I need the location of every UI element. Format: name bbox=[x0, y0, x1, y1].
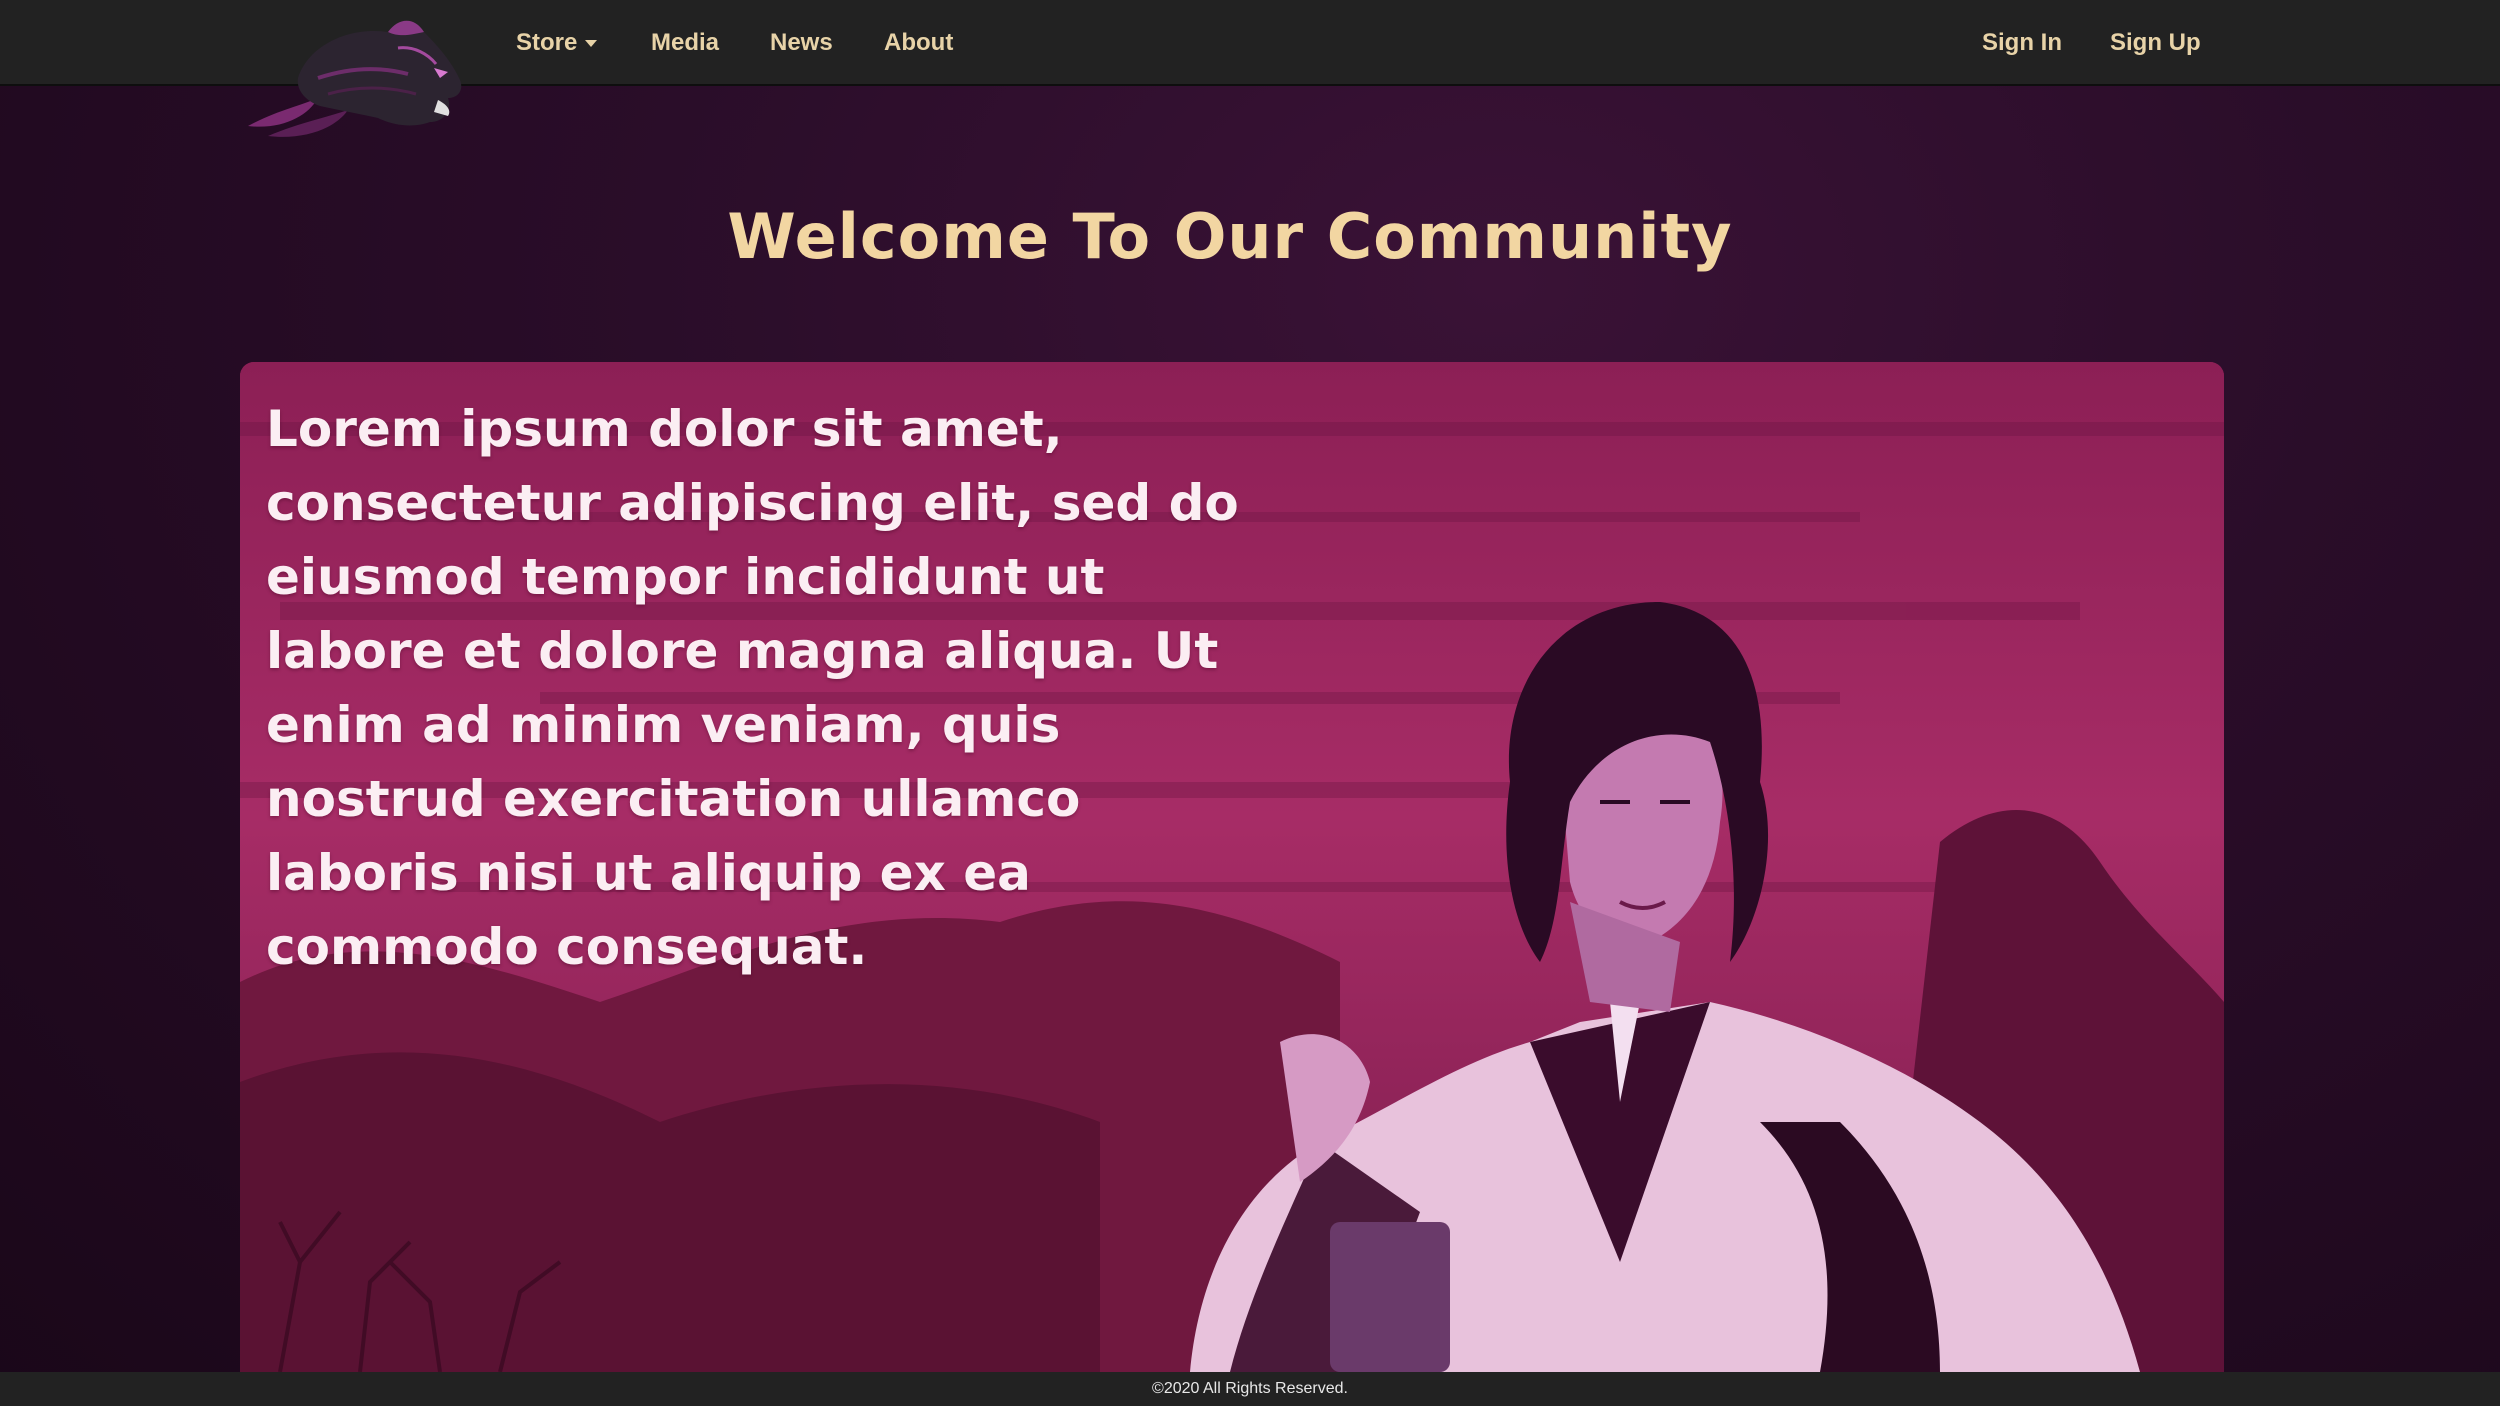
hero-description: Lorem ipsum dolor sit amet, consectetur … bbox=[266, 400, 1239, 976]
page-title: Welcome To Our Community bbox=[727, 200, 1733, 273]
nav-link-about[interactable]: About bbox=[884, 0, 953, 86]
sign-in-link[interactable]: Sign In bbox=[1982, 0, 2062, 86]
sign-up-link[interactable]: Sign Up bbox=[2110, 0, 2201, 86]
footer: ©2020 All Rights Reserved. bbox=[0, 1372, 2500, 1406]
nav-link-media[interactable]: Media bbox=[651, 0, 719, 86]
copyright-text: ©2020 All Rights Reserved. bbox=[1152, 1380, 1348, 1397]
chevron-down-icon bbox=[585, 40, 598, 48]
nav-store-label: Store bbox=[516, 29, 578, 56]
page: Store Media News About Sign In Sign Up W… bbox=[0, 0, 2500, 1406]
nav-store-dropdown[interactable]: Store bbox=[516, 0, 598, 86]
nav-link-news[interactable]: News bbox=[770, 0, 833, 86]
hero-banner: Lorem ipsum dolor sit amet, consectetur … bbox=[240, 362, 2224, 1372]
panther-head-icon[interactable] bbox=[238, 18, 468, 143]
